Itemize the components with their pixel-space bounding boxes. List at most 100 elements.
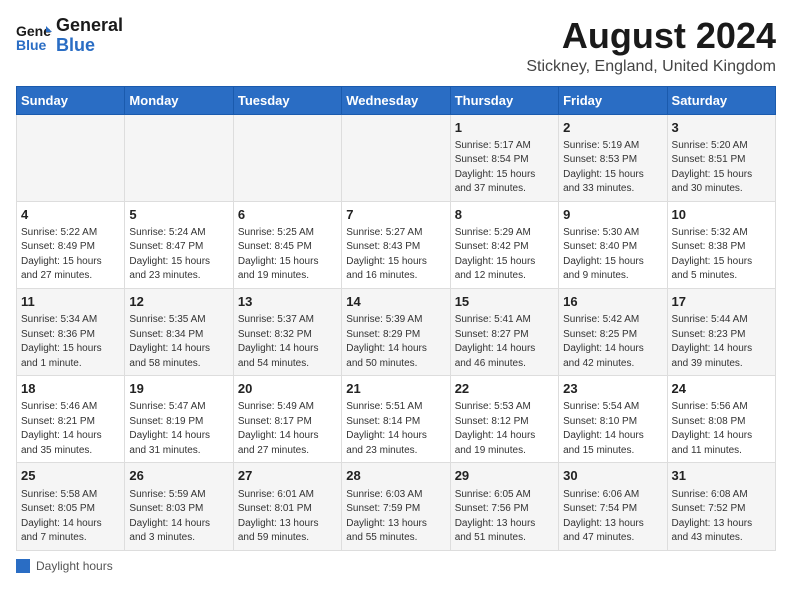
title-block: August 2024 Stickney, England, United Ki… xyxy=(526,16,776,76)
week-row-4: 18Sunrise: 5:46 AM Sunset: 8:21 PM Dayli… xyxy=(17,376,776,463)
day-number: 26 xyxy=(129,467,228,485)
day-info: Sunrise: 5:35 AM Sunset: 8:34 PM Dayligh… xyxy=(129,313,228,371)
calendar-cell: 22 Sunrise: 5:53 AM Sunset: 8:12 PM Dayli… xyxy=(450,376,558,463)
day-number: 9 xyxy=(563,206,662,224)
day-info: Sunrise: 6:06 AM Sunset: 7:54 PM Dayligh… xyxy=(563,488,662,546)
calendar-cell: 26 Sunrise: 5:59 AM Sunset: 8:03 PM Dayli… xyxy=(125,463,233,550)
calendar-cell: 4 Sunrise: 5:22 AM Sunset: 8:49 PM Daylig… xyxy=(17,201,125,288)
week-row-2: 4 Sunrise: 5:22 AM Sunset: 8:49 PM Daylig… xyxy=(17,201,776,288)
legend-label: Daylight hours xyxy=(36,559,113,573)
day-number: 7 xyxy=(346,206,445,224)
main-title: August 2024 xyxy=(526,16,776,56)
day-number: 2 xyxy=(563,119,662,137)
day-info: Sunrise: 5:44 AM Sunset: 8:23 PM Dayligh… xyxy=(672,313,771,371)
page-header: General Blue General Blue August 2024 St… xyxy=(16,16,776,76)
day-info: Sunrise: 5:37 AM Sunset: 8:32 PM Dayligh… xyxy=(238,313,337,371)
calendar-cell: 14 Sunrise: 5:39 AM Sunset: 8:29 PM Dayli… xyxy=(342,288,450,375)
day-info: Sunrise: 5:30 AM Sunset: 8:40 PM Dayligh… xyxy=(563,226,662,284)
day-number: 20 xyxy=(238,380,337,398)
header-row: SundayMondayTuesdayWednesdayThursdayFrid… xyxy=(17,86,776,114)
svg-text:Blue: Blue xyxy=(16,37,47,53)
calendar-cell: 5 Sunrise: 5:24 AM Sunset: 8:47 PM Daylig… xyxy=(125,201,233,288)
day-number: 22 xyxy=(455,380,554,398)
day-number: 16 xyxy=(563,293,662,311)
day-number: 30 xyxy=(563,467,662,485)
day-info: Sunrise: 5:20 AM Sunset: 8:51 PM Dayligh… xyxy=(672,139,771,197)
calendar-cell: 2Sunrise: 5:19 AM Sunset: 8:53 PM Daylig… xyxy=(559,114,667,201)
day-number: 14 xyxy=(346,293,445,311)
calendar-cell: 28Sunrise: 6:03 AM Sunset: 7:59 PM Dayli… xyxy=(342,463,450,550)
column-header-friday: Friday xyxy=(559,86,667,114)
day-info: Sunrise: 5:34 AM Sunset: 8:36 PM Dayligh… xyxy=(21,313,120,371)
day-number: 4 xyxy=(21,206,120,224)
day-number: 10 xyxy=(672,206,771,224)
column-header-sunday: Sunday xyxy=(17,86,125,114)
day-info: Sunrise: 6:08 AM Sunset: 7:52 PM Dayligh… xyxy=(672,488,771,546)
day-number: 5 xyxy=(129,206,228,224)
calendar-cell: 30 Sunrise: 6:06 AM Sunset: 7:54 PM Dayli… xyxy=(559,463,667,550)
day-number: 21 xyxy=(346,380,445,398)
day-number: 12 xyxy=(129,293,228,311)
calendar-cell: 19 Sunrise: 5:47 AM Sunset: 8:19 PM Dayli… xyxy=(125,376,233,463)
day-number: 25 xyxy=(21,467,120,485)
day-number: 31 xyxy=(672,467,771,485)
week-row-1: 1Sunrise: 5:17 AM Sunset: 8:54 PM Daylig… xyxy=(17,114,776,201)
legend: Daylight hours xyxy=(16,559,776,573)
day-info: Sunrise: 5:27 AM Sunset: 8:43 PM Dayligh… xyxy=(346,226,445,284)
week-row-3: 11 Sunrise: 5:34 AM Sunset: 8:36 PM Dayli… xyxy=(17,288,776,375)
day-number: 15 xyxy=(455,293,554,311)
calendar-cell: 1Sunrise: 5:17 AM Sunset: 8:54 PM Daylig… xyxy=(450,114,558,201)
calendar-cell: 13Sunrise: 5:37 AM Sunset: 8:32 PM Dayli… xyxy=(233,288,341,375)
legend-box xyxy=(16,559,30,573)
calendar-cell: 10Sunrise: 5:32 AM Sunset: 8:38 PM Dayli… xyxy=(667,201,775,288)
calendar-cell: 11 Sunrise: 5:34 AM Sunset: 8:36 PM Dayli… xyxy=(17,288,125,375)
day-info: Sunrise: 5:42 AM Sunset: 8:25 PM Dayligh… xyxy=(563,313,662,371)
day-number: 23 xyxy=(563,380,662,398)
calendar-cell: 9 Sunrise: 5:30 AM Sunset: 8:40 PM Daylig… xyxy=(559,201,667,288)
calendar-cell: 21 Sunrise: 5:51 AM Sunset: 8:14 PM Dayli… xyxy=(342,376,450,463)
day-info: Sunrise: 5:51 AM Sunset: 8:14 PM Dayligh… xyxy=(346,400,445,458)
day-number: 27 xyxy=(238,467,337,485)
column-header-wednesday: Wednesday xyxy=(342,86,450,114)
calendar-cell xyxy=(125,114,233,201)
day-number: 11 xyxy=(21,293,120,311)
day-number: 28 xyxy=(346,467,445,485)
column-header-tuesday: Tuesday xyxy=(233,86,341,114)
week-row-5: 25 Sunrise: 5:58 AM Sunset: 8:05 PM Dayli… xyxy=(17,463,776,550)
calendar-cell: 23 Sunrise: 5:54 AM Sunset: 8:10 PM Dayli… xyxy=(559,376,667,463)
day-info: Sunrise: 5:39 AM Sunset: 8:29 PM Dayligh… xyxy=(346,313,445,371)
calendar-cell: 15Sunrise: 5:41 AM Sunset: 8:27 PM Dayli… xyxy=(450,288,558,375)
day-info: Sunrise: 5:22 AM Sunset: 8:49 PM Dayligh… xyxy=(21,226,120,284)
day-info: Sunrise: 5:58 AM Sunset: 8:05 PM Dayligh… xyxy=(21,488,120,546)
day-number: 8 xyxy=(455,206,554,224)
calendar-cell: 24 Sunrise: 5:56 AM Sunset: 8:08 PM Dayli… xyxy=(667,376,775,463)
calendar-cell: 6 Sunrise: 5:25 AM Sunset: 8:45 PM Daylig… xyxy=(233,201,341,288)
day-info: Sunrise: 5:56 AM Sunset: 8:08 PM Dayligh… xyxy=(672,400,771,458)
logo-icon: General Blue xyxy=(16,18,52,54)
day-info: Sunrise: 5:53 AM Sunset: 8:12 PM Dayligh… xyxy=(455,400,554,458)
day-number: 24 xyxy=(672,380,771,398)
day-info: Sunrise: 5:46 AM Sunset: 8:21 PM Dayligh… xyxy=(21,400,120,458)
day-number: 3 xyxy=(672,119,771,137)
calendar-cell: 20Sunrise: 5:49 AM Sunset: 8:17 PM Dayli… xyxy=(233,376,341,463)
calendar-table: SundayMondayTuesdayWednesdayThursdayFrid… xyxy=(16,86,776,551)
calendar-cell: 12 Sunrise: 5:35 AM Sunset: 8:34 PM Dayli… xyxy=(125,288,233,375)
calendar-cell: 3 Sunrise: 5:20 AM Sunset: 8:51 PM Daylig… xyxy=(667,114,775,201)
calendar-cell: 7 Sunrise: 5:27 AM Sunset: 8:43 PM Daylig… xyxy=(342,201,450,288)
day-info: Sunrise: 5:29 AM Sunset: 8:42 PM Dayligh… xyxy=(455,226,554,284)
column-header-thursday: Thursday xyxy=(450,86,558,114)
day-info: Sunrise: 5:54 AM Sunset: 8:10 PM Dayligh… xyxy=(563,400,662,458)
calendar-cell: 29 Sunrise: 6:05 AM Sunset: 7:56 PM Dayli… xyxy=(450,463,558,550)
day-info: Sunrise: 5:47 AM Sunset: 8:19 PM Dayligh… xyxy=(129,400,228,458)
day-info: Sunrise: 5:24 AM Sunset: 8:47 PM Dayligh… xyxy=(129,226,228,284)
day-number: 17 xyxy=(672,293,771,311)
day-info: Sunrise: 5:25 AM Sunset: 8:45 PM Dayligh… xyxy=(238,226,337,284)
day-info: Sunrise: 6:05 AM Sunset: 7:56 PM Dayligh… xyxy=(455,488,554,546)
calendar-cell xyxy=(233,114,341,201)
day-info: Sunrise: 5:59 AM Sunset: 8:03 PM Dayligh… xyxy=(129,488,228,546)
day-number: 19 xyxy=(129,380,228,398)
day-number: 6 xyxy=(238,206,337,224)
column-header-monday: Monday xyxy=(125,86,233,114)
calendar-cell: 25 Sunrise: 5:58 AM Sunset: 8:05 PM Dayli… xyxy=(17,463,125,550)
day-number: 29 xyxy=(455,467,554,485)
